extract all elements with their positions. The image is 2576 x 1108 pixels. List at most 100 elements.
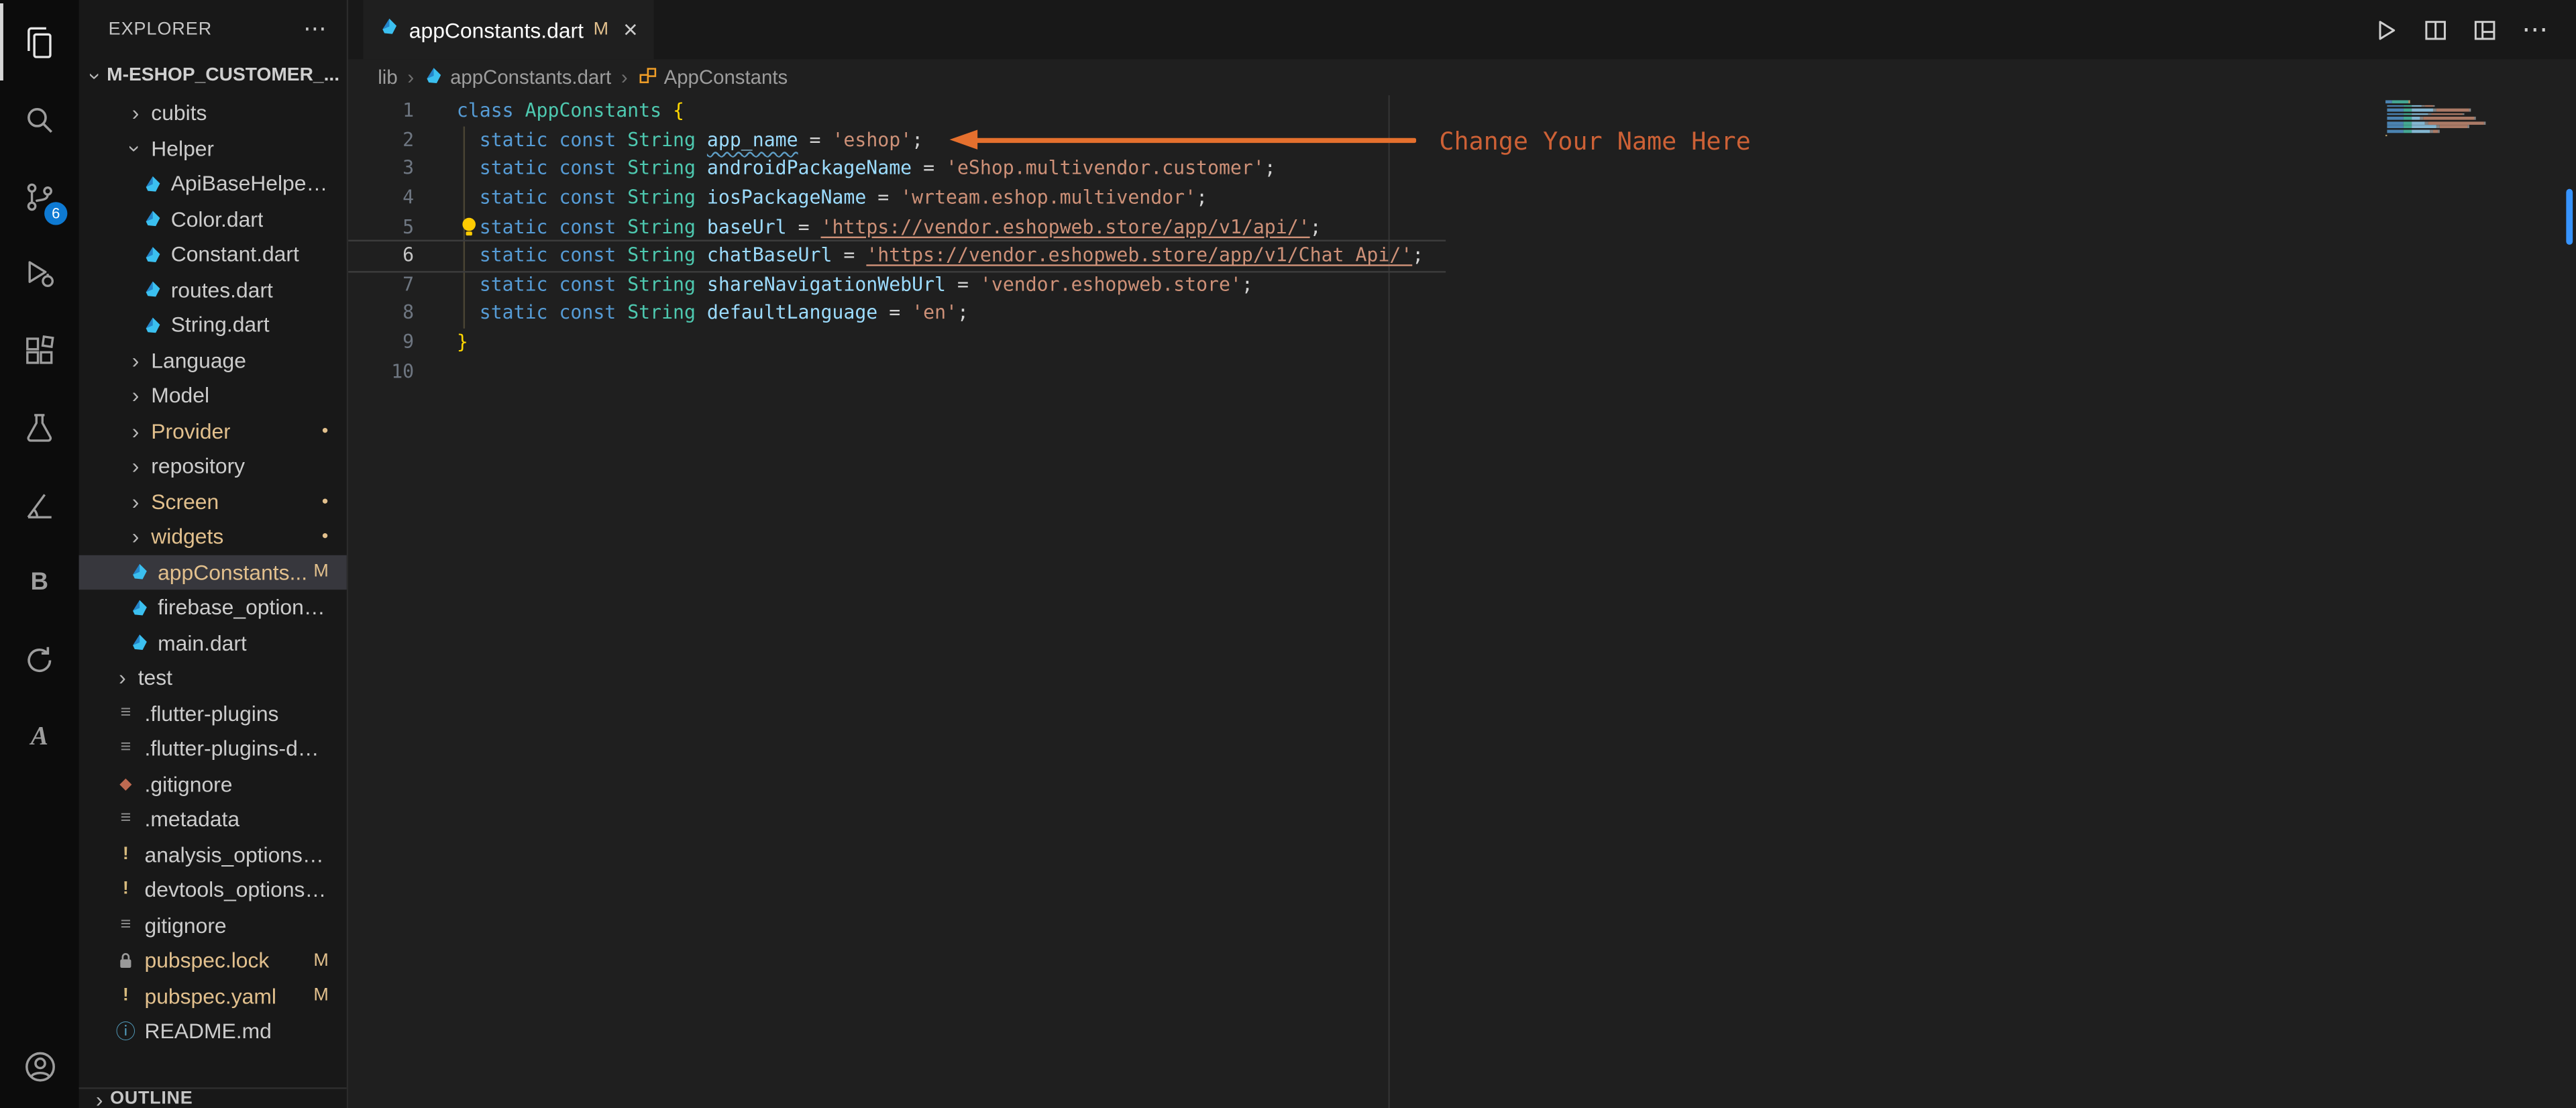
code-line-9[interactable]: 9} [348, 329, 2576, 357]
tree-item[interactable]: › widgets ● [79, 519, 347, 555]
git-modified-badge: M [313, 986, 329, 1006]
file-label: gitignore [144, 913, 227, 938]
chevron-down-icon: › [83, 72, 109, 79]
extensions-icon[interactable] [0, 312, 79, 389]
code-line-8[interactable]: 8 static const String defaultLanguage = … [348, 300, 2576, 329]
file-label: Screen [151, 489, 219, 514]
chevron-right-icon: › [119, 665, 126, 691]
tree-item[interactable]: String.dart [79, 307, 347, 343]
tree-item[interactable]: › Screen ● [79, 484, 347, 519]
git-modified-badge: M [313, 562, 329, 582]
more-actions-icon[interactable]: ⋯ [2522, 13, 2548, 46]
tree-item[interactable]: Color.dart [79, 201, 347, 237]
editor-actions: ⋯ [2374, 0, 2576, 59]
tree-item[interactable]: routes.dart [79, 272, 347, 307]
tree-item[interactable]: pubspec.lock M [79, 943, 347, 979]
breadcrumb-item[interactable]: AppConstants [637, 65, 788, 90]
tree-item[interactable]: ≡ .flutter-plugins-dep... [79, 731, 347, 767]
search-icon[interactable] [0, 80, 79, 158]
minimap[interactable] [2385, 100, 2494, 142]
code-line-5[interactable]: 5 static const String baseUrl = 'https:/… [348, 213, 2576, 241]
list-icon: ≡ [120, 702, 131, 722]
run-button[interactable] [2374, 17, 2399, 42]
bloc-extension-icon[interactable]: B [0, 544, 79, 621]
breadcrumb-separator: › [407, 65, 415, 89]
tree-item[interactable]: › cubits [79, 95, 347, 131]
tree-item[interactable]: firebase_options.d... [79, 590, 347, 625]
measure-tool-icon[interactable] [0, 467, 79, 544]
tree-item[interactable]: ! devtools_options.yaml [79, 872, 347, 907]
tree-item[interactable]: ApiBaseHelper.dart [79, 166, 347, 201]
line-number[interactable]: 3 [348, 155, 414, 184]
tree-item[interactable]: ⓘ README.md [79, 1013, 347, 1049]
tree-item[interactable]: › repository [79, 449, 347, 484]
sync-extension-icon[interactable] [0, 621, 79, 698]
tree-item[interactable]: main.dart [79, 625, 347, 661]
line-number[interactable]: 10 [348, 357, 414, 386]
explorer-icon[interactable] [0, 3, 79, 80]
dart-icon [138, 280, 166, 299]
accounts-icon[interactable] [0, 1028, 79, 1105]
sidebar-explorer: EXPLORER ⋯ › M-ESHOP_CUSTOMER_... › cubit… [78, 0, 349, 1108]
tab-appconstants[interactable]: appConstants.dart M × [363, 0, 655, 60]
tree-item[interactable]: ! analysis_options.yaml [79, 837, 347, 873]
source-control-icon[interactable]: 6 [0, 158, 79, 235]
file-label: appConstants... [158, 559, 308, 585]
code-line-3[interactable]: 3 static const String androidPackageName… [348, 155, 2576, 184]
file-label: Constant.dart [170, 241, 299, 267]
modified-dot-icon: ● [321, 531, 329, 543]
tree-item[interactable]: › test [79, 660, 347, 696]
tree-root-folder[interactable]: › M-ESHOP_CUSTOMER_... [79, 58, 347, 94]
testing-icon[interactable] [0, 389, 79, 466]
dart-icon [125, 632, 153, 652]
line-number[interactable]: 4 [348, 184, 414, 213]
views-more-actions-icon[interactable]: ⋯ [303, 15, 327, 43]
tree-item[interactable]: › Provider ● [79, 413, 347, 449]
code-line-7[interactable]: 7 static const String shareNavigationWeb… [348, 271, 2576, 300]
tree-item[interactable]: › Helper [79, 131, 347, 166]
tree-item[interactable]: ≡ .metadata [79, 801, 347, 837]
warn-icon: ! [122, 844, 129, 864]
breadcrumbs: lib › appConstants.dart › AppConstants [348, 59, 2576, 95]
split-editor-button[interactable] [2423, 17, 2448, 42]
code-line-1[interactable]: 1 class AppConstants { [348, 97, 2576, 125]
run-debug-icon[interactable] [0, 235, 79, 312]
chevron-right-icon: › [131, 453, 140, 479]
tree-item[interactable]: ◆ .gitignore [79, 766, 347, 801]
tree-item[interactable]: ≡ gitignore [79, 907, 347, 943]
line-number[interactable]: 1 [348, 97, 414, 125]
file-label: .flutter-plugins-dep... [144, 736, 329, 761]
line-number[interactable]: 8 [348, 300, 414, 329]
breadcrumb-item[interactable]: appConstants.dart [424, 65, 611, 90]
scm-badge: 6 [44, 202, 68, 225]
line-number[interactable]: 5 [348, 213, 414, 241]
dart-icon [138, 209, 166, 229]
tree-item[interactable]: ≡ .flutter-plugins [79, 696, 347, 731]
line-number[interactable]: 9 [348, 329, 414, 357]
tree-item[interactable]: appConstants... M [78, 554, 347, 590]
minimap-content [2385, 100, 2494, 141]
code-line-6[interactable]: 6 static const String chatBaseUrl = 'htt… [348, 240, 2576, 272]
line-number[interactable]: 2 [348, 126, 414, 155]
outline-section[interactable]: › OUTLINE [78, 1087, 347, 1108]
breadcrumb-item[interactable]: lib [378, 66, 397, 89]
code-line-4[interactable]: 4 static const String iosPackageName = '… [348, 184, 2576, 213]
tree-item[interactable]: › Model [79, 378, 347, 413]
activity-bar: 6 B A [0, 0, 79, 1108]
layout-button[interactable] [2473, 17, 2498, 42]
flutter-extension-icon[interactable]: A [0, 698, 79, 775]
file-label: analysis_options.yaml [144, 842, 329, 867]
file-label: Language [151, 347, 246, 373]
tree-item[interactable]: › Language [79, 343, 347, 378]
tree-item[interactable]: ! pubspec.yaml M [79, 978, 347, 1013]
tab-close-icon[interactable]: × [623, 15, 637, 44]
class-symbol-icon [637, 65, 657, 90]
chevron-right-icon: › [131, 524, 140, 549]
dart-icon [138, 244, 166, 264]
file-label: firebase_options.d... [158, 595, 329, 620]
tree-item[interactable]: Constant.dart [79, 237, 347, 272]
line-number[interactable]: 7 [348, 271, 414, 300]
code-line-10[interactable]: 10 [348, 357, 2576, 386]
file-label: Color.dart [170, 206, 264, 231]
line-number[interactable]: 6 [348, 242, 414, 271]
